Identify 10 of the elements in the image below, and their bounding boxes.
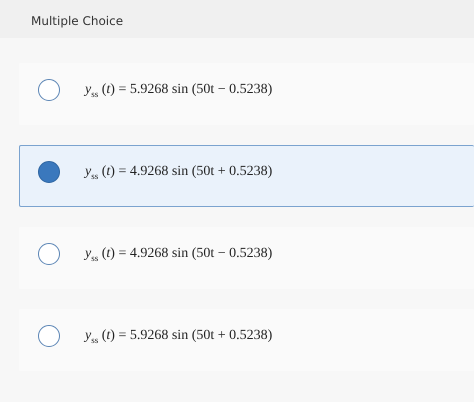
formula-text: y$_{ss}$ (t) = 5.9268 sin (50t + 0.5238): [85, 328, 272, 345]
radio-button[interactable]: [38, 325, 60, 347]
radio-button[interactable]: [38, 161, 60, 183]
radio-button[interactable]: [38, 243, 60, 265]
radio-button[interactable]: [38, 79, 60, 101]
answer-option[interactable]: y$_{ss}$ (t) = 4.9268 sin (50t + 0.5238): [19, 145, 474, 207]
formula-text: y$_{ss}$ (t) = 4.9268 sin (50t + 0.5238): [85, 164, 272, 181]
formula-text: y$_{ss}$ (t) = 5.9268 sin (50t − 0.5238): [85, 82, 272, 99]
section-title: Multiple Choice: [31, 14, 124, 28]
formula-text: y$_{ss}$ (t) = 4.9268 sin (50t − 0.5238): [85, 246, 272, 263]
